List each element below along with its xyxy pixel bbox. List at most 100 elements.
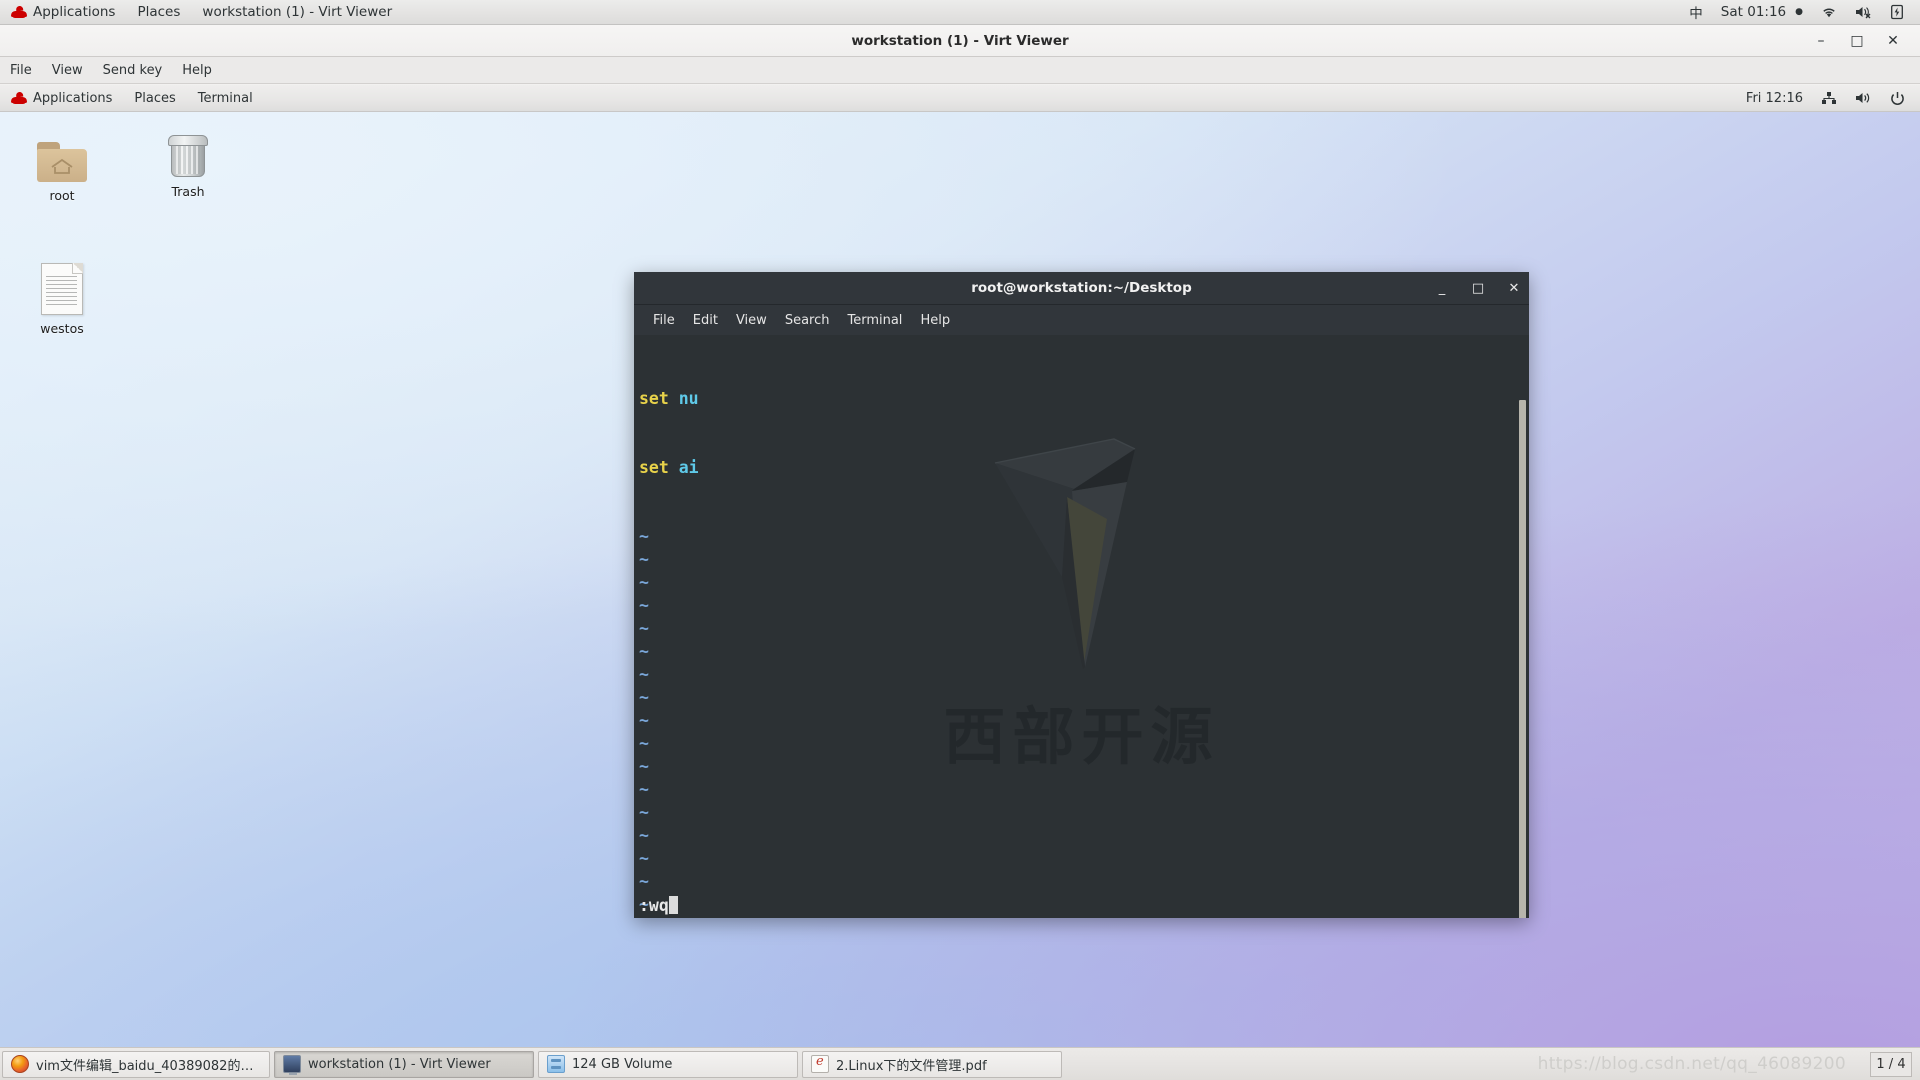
terminal-menu-help[interactable]: Help <box>911 305 959 335</box>
terminal-menubar: File Edit View Search Terminal Help <box>634 305 1529 335</box>
taskbar-task-volume[interactable]: 124 GB Volume <box>538 1050 798 1078</box>
terminal-empty-line: ~ <box>639 734 649 753</box>
terminal-menu-search[interactable]: Search <box>776 305 839 335</box>
drive-icon <box>547 1055 565 1073</box>
taskbar-task-firefox[interactable]: vim文件编辑_baidu_40389082的博... <box>2 1050 270 1078</box>
terminal-titlebar[interactable]: root@workstation:~/Desktop _ □ ✕ <box>634 272 1529 305</box>
minimize-button[interactable]: – <box>1812 32 1830 50</box>
close-button[interactable]: ✕ <box>1884 32 1902 50</box>
terminal-menu-terminal[interactable]: Terminal <box>838 305 911 335</box>
host-taskbar: vim文件编辑_baidu_40389082的博... workstation … <box>0 1047 1920 1080</box>
taskbar-task-volume-label: 124 GB Volume <box>572 1056 673 1072</box>
terminal-empty-line: ~ <box>639 757 649 776</box>
guest-top-panel: Applications Places Terminal Fri 12:16 <box>0 85 1920 112</box>
desktop-icon-root[interactable]: root <box>10 130 114 204</box>
terminal-empty-line: ~ <box>639 665 649 684</box>
clock[interactable]: Sat 01:16 ● <box>1712 0 1812 25</box>
terminal-line-2-value: ai <box>678 458 699 477</box>
terminal-window-controls: _ □ ✕ <box>1435 272 1521 305</box>
applications-menu-label: Applications <box>33 4 116 20</box>
terminal-empty-line: ~ <box>639 596 649 615</box>
guest-applications-menu[interactable]: Applications <box>0 85 123 112</box>
virt-viewer-titlebar[interactable]: workstation (1) - Virt Viewer – □ ✕ <box>0 25 1920 57</box>
guest-places-menu[interactable]: Places <box>123 85 186 112</box>
redhat-logo-icon <box>11 5 27 18</box>
terminal-close-button[interactable]: ✕ <box>1507 281 1521 296</box>
host-top-panel: Applications Places workstation (1) - Vi… <box>0 0 1920 25</box>
terminal-minimize-button[interactable]: _ <box>1435 281 1449 296</box>
terminal-empty-line: ~ <box>639 849 649 868</box>
menu-file[interactable]: File <box>0 57 42 84</box>
terminal-body[interactable]: 西部开源 set nu set ai ~~~~~~~~~~~~~~~~~~~~~… <box>634 335 1529 918</box>
power-icon[interactable] <box>1881 85 1914 112</box>
taskbar-task-virtviewer-label: workstation (1) - Virt Viewer <box>308 1056 491 1072</box>
terminal-menu-view[interactable]: View <box>727 305 776 335</box>
terminal-line-1: set nu <box>639 387 1529 410</box>
battery-charging-icon[interactable] <box>1882 0 1912 25</box>
home-folder-icon <box>10 130 114 182</box>
window-menu[interactable]: workstation (1) - Virt Viewer <box>191 0 403 25</box>
input-method-indicator[interactable]: 中 <box>1680 0 1712 25</box>
desktop-icon-westos-label: westos <box>40 321 84 336</box>
guest-applications-label: Applications <box>33 90 113 106</box>
text-document-icon <box>10 257 114 315</box>
volume-icon-svg <box>1856 93 1870 103</box>
terminal-line-1-value: nu <box>678 389 699 408</box>
host-panel-tray: 中 Sat 01:16 ● <box>1680 0 1920 25</box>
terminal-empty-lines: ~~~~~~~~~~~~~~~~~~~~~~~ <box>639 525 1529 918</box>
applications-menu[interactable]: Applications <box>0 0 126 25</box>
menu-view[interactable]: View <box>42 57 93 84</box>
host-workspace-indicator[interactable]: 1 / 4 <box>1870 1051 1912 1077</box>
firefox-icon <box>11 1055 29 1073</box>
terminal-line-1-keyword: set <box>639 389 669 408</box>
terminal-empty-line: ~ <box>639 688 649 707</box>
virt-viewer-window-controls: – □ ✕ <box>1812 25 1914 57</box>
guest-clock-label: Fri 12:16 <box>1745 90 1803 106</box>
terminal-empty-line: ~ <box>639 527 649 546</box>
trash-icon <box>136 126 240 178</box>
guest-session: Applications Places Terminal Fri 12:16 r… <box>0 85 1920 1080</box>
terminal-menu-edit[interactable]: Edit <box>684 305 727 335</box>
desktop-icon-westos[interactable]: westos <box>10 257 114 337</box>
virt-viewer-window: workstation (1) - Virt Viewer – □ ✕ File… <box>0 25 1920 1080</box>
terminal-cursor <box>668 896 678 914</box>
terminal-scrollbar-thumb[interactable] <box>1519 400 1526 918</box>
home-glyph-icon <box>51 158 73 174</box>
volume-icon[interactable] <box>1846 85 1881 112</box>
guest-places-label: Places <box>134 90 176 106</box>
terminal-maximize-button[interactable]: □ <box>1471 281 1485 296</box>
terminal-empty-line: ~ <box>639 642 649 661</box>
guest-clock[interactable]: Fri 12:16 <box>1737 85 1812 112</box>
network-icon-svg <box>1822 92 1836 104</box>
desktop-icon-trash-label: Trash <box>171 184 205 199</box>
pdf-icon <box>811 1054 829 1073</box>
menu-send-key[interactable]: Send key <box>93 57 173 84</box>
terminal-empty-line: ~ <box>639 573 649 592</box>
battery-charging-icon-svg <box>1891 4 1903 20</box>
terminal-status-line: :wq <box>634 892 1529 918</box>
terminal-scrollbar[interactable] <box>1518 398 1527 918</box>
taskbar-task-firefox-label: vim文件编辑_baidu_40389082的博... <box>36 1058 261 1074</box>
guest-desktop[interactable]: root Trash westos root@workstation:~/Des… <box>0 112 1920 1080</box>
terminal-menu-file[interactable]: File <box>644 305 684 335</box>
menu-help[interactable]: Help <box>172 57 222 84</box>
terminal-command-text: :wq <box>639 895 669 915</box>
volume-muted-icon[interactable] <box>1846 0 1882 25</box>
desktop-icon-trash[interactable]: Trash <box>136 126 240 200</box>
maximize-button[interactable]: □ <box>1848 32 1866 50</box>
wifi-icon-svg <box>1823 8 1835 18</box>
guest-terminal-label: Terminal <box>197 90 253 106</box>
wifi-icon[interactable] <box>1812 0 1846 25</box>
taskbar-task-pdf[interactable]: 2.Linux下的文件管理.pdf <box>802 1050 1062 1078</box>
desktop-icon-root-label: root <box>49 188 75 203</box>
guest-terminal-menu[interactable]: Terminal <box>187 85 264 112</box>
virt-viewer-title: workstation (1) - Virt Viewer <box>851 32 1069 49</box>
network-icon[interactable] <box>1812 85 1846 112</box>
taskbar-task-virtviewer[interactable]: workstation (1) - Virt Viewer <box>274 1050 534 1078</box>
virt-viewer-menubar: File View Send key Help <box>0 57 1920 84</box>
places-menu[interactable]: Places <box>126 0 191 25</box>
terminal-empty-line: ~ <box>639 619 649 638</box>
power-icon-svg <box>1891 91 1904 105</box>
clock-label: Sat 01:16 <box>1720 4 1787 20</box>
terminal-window: root@workstation:~/Desktop _ □ ✕ File Ed… <box>634 272 1529 918</box>
